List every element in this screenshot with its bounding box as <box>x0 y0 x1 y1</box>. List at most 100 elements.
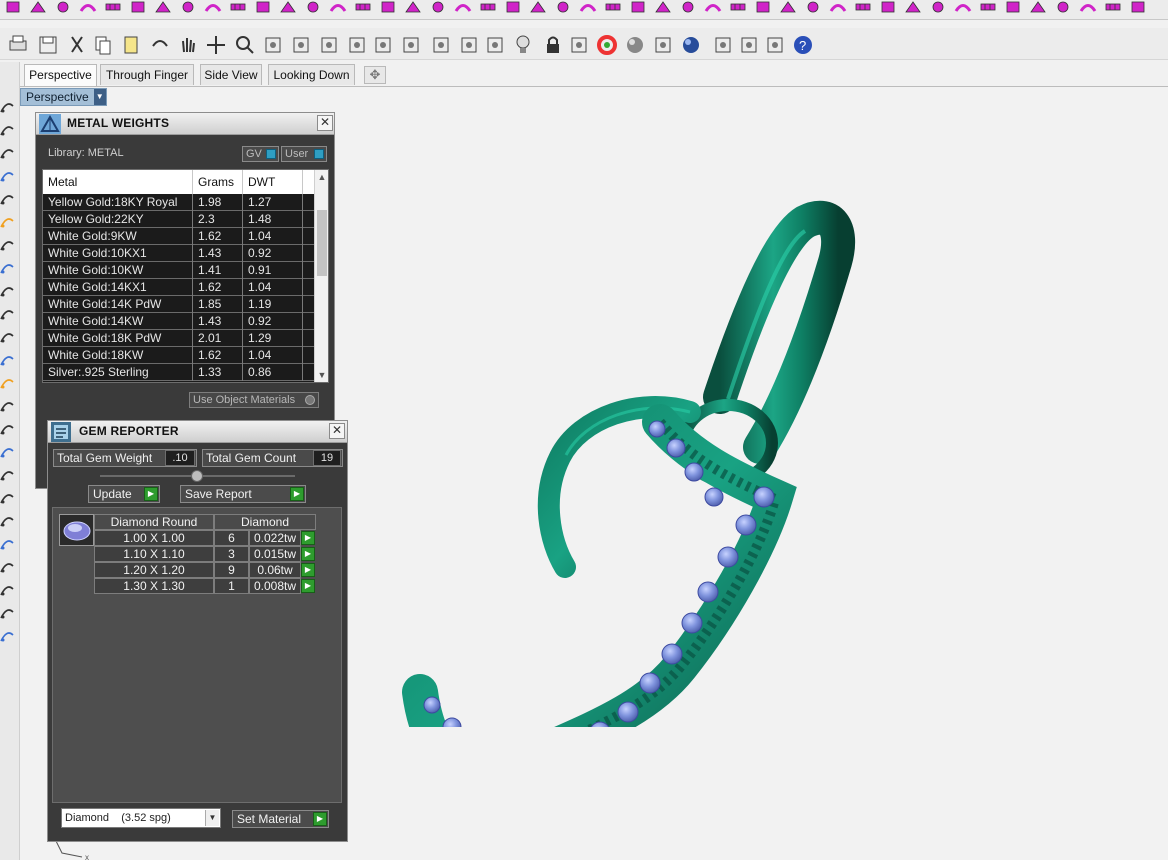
curve-tool-icon[interactable] <box>0 261 14 275</box>
paste-icon[interactable] <box>118 32 144 58</box>
toolbar-tool-icon[interactable] <box>879 0 897 14</box>
toolbar-tool-icon[interactable] <box>729 0 747 14</box>
tab-perspective[interactable]: Perspective <box>24 64 97 86</box>
close-icon[interactable]: ✕ <box>317 115 333 131</box>
toolbar-tool-icon[interactable] <box>129 0 147 14</box>
use-object-materials-toggle[interactable]: Use Object Materials <box>189 392 319 408</box>
play-icon[interactable]: ▶ <box>301 531 315 545</box>
curve-tool-icon[interactable] <box>0 330 14 344</box>
toolbar-tool-icon[interactable] <box>429 0 447 14</box>
points-icon[interactable] <box>482 32 508 58</box>
curve-tool-icon[interactable] <box>0 376 14 390</box>
dimension-icon[interactable] <box>710 32 736 58</box>
toolbar-tool-icon[interactable] <box>1054 0 1072 14</box>
toolbar-tool-icon[interactable] <box>754 0 772 14</box>
blue-sphere-icon[interactable] <box>678 32 704 58</box>
col-metal[interactable]: Metal <box>43 170 193 194</box>
table-row[interactable]: Silver:.925 Sterling 1.33 0.86 <box>43 364 315 381</box>
toolbar-tool-icon[interactable] <box>904 0 922 14</box>
table-row[interactable]: White Gold:14KW 1.43 0.92 <box>43 313 315 330</box>
col-grams[interactable]: Grams <box>193 170 243 194</box>
table-row[interactable]: White Gold:18KW 1.62 1.04 <box>43 347 315 364</box>
curve-tool-icon[interactable] <box>0 445 14 459</box>
table-row[interactable]: White Gold:9KW 1.62 1.04 <box>43 228 315 245</box>
curve-tool-icon[interactable] <box>0 468 14 482</box>
toolbar-tool-icon[interactable] <box>354 0 372 14</box>
toolbar-tool-icon[interactable] <box>679 0 697 14</box>
toolbar-tool-icon[interactable] <box>579 0 597 14</box>
gem-slider[interactable] <box>100 470 295 482</box>
toolbar-tool-icon[interactable] <box>79 0 97 14</box>
toolbar-tool-icon[interactable] <box>1029 0 1047 14</box>
gv-toggle[interactable]: GV <box>242 146 279 162</box>
pan-hand-icon[interactable] <box>175 32 201 58</box>
gem-list-area[interactable]: Diamond Round Diamond 1.00 X 1.00 6 0.022t… <box>52 507 342 803</box>
help-icon[interactable]: ? <box>790 32 816 58</box>
scroll-thumb[interactable] <box>317 210 327 276</box>
copy-icon[interactable] <box>90 32 116 58</box>
curve-tool-icon[interactable] <box>0 284 14 298</box>
curve-tool-icon[interactable] <box>0 422 14 436</box>
curve-tool-icon[interactable] <box>0 146 14 160</box>
toolbar-tool-icon[interactable] <box>379 0 397 14</box>
curve-tool-icon[interactable] <box>0 307 14 321</box>
toolbar-tool-icon[interactable] <box>779 0 797 14</box>
toolbar-tool-icon[interactable] <box>629 0 647 14</box>
tab-side-view[interactable]: Side View <box>200 64 262 85</box>
curve-tool-icon[interactable] <box>0 169 14 183</box>
metal-scrollbar[interactable]: ▲ ▼ <box>314 170 328 382</box>
col-dwt[interactable]: DWT <box>243 170 303 194</box>
zoom-extents-icon[interactable] <box>288 32 314 58</box>
slider-knob[interactable] <box>191 470 203 482</box>
sphere-icon[interactable] <box>622 32 648 58</box>
curve-tool-icon[interactable] <box>0 100 14 114</box>
toolbar-tool-icon[interactable] <box>104 0 122 14</box>
toolbar-tool-icon[interactable] <box>529 0 547 14</box>
toolbar-tool-icon[interactable] <box>1004 0 1022 14</box>
toolbar-tool-icon[interactable] <box>179 0 197 14</box>
tab-looking-down[interactable]: Looking Down <box>268 64 355 85</box>
curve-tool-icon[interactable] <box>0 123 14 137</box>
toolbar-tool-icon[interactable] <box>454 0 472 14</box>
toolbar-tool-icon[interactable] <box>204 0 222 14</box>
toolbar-tool-icon[interactable] <box>829 0 847 14</box>
curve-tool-icon[interactable] <box>0 192 14 206</box>
chevron-down-icon[interactable]: ▼ <box>93 89 106 105</box>
toolbar-tool-icon[interactable] <box>154 0 172 14</box>
toolbar-tool-icon[interactable] <box>929 0 947 14</box>
curve-tool-icon[interactable] <box>0 353 14 367</box>
scroll-up-icon[interactable]: ▲ <box>315 170 328 184</box>
add-tab-button[interactable]: ✥ <box>364 66 386 84</box>
move-icon[interactable] <box>203 32 229 58</box>
toolbar-tool-icon[interactable] <box>979 0 997 14</box>
table-row[interactable]: White Gold:14KX1 1.62 1.04 <box>43 279 315 296</box>
rotate-view-icon[interactable] <box>344 32 370 58</box>
toolbar-tool-icon[interactable] <box>304 0 322 14</box>
save-report-button[interactable]: Save Report ▶ <box>180 485 306 503</box>
curve-tool-icon[interactable] <box>0 606 14 620</box>
curve-tool-icon[interactable] <box>0 560 14 574</box>
play-icon[interactable]: ▶ <box>301 563 315 577</box>
toolbar-tool-icon[interactable] <box>704 0 722 14</box>
chevron-down-icon[interactable]: ▼ <box>205 810 219 826</box>
gem-reporter-titlebar[interactable]: GEM REPORTER ✕ <box>48 421 347 443</box>
save-icon[interactable] <box>35 32 61 58</box>
toolbar-tool-icon[interactable] <box>954 0 972 14</box>
play-icon[interactable]: ▶ <box>301 579 315 593</box>
curve-tool-icon[interactable] <box>0 238 14 252</box>
table-row[interactable]: White Gold:10KW 1.41 0.91 <box>43 262 315 279</box>
toolbar-tool-icon[interactable] <box>504 0 522 14</box>
toolbar-tool-icon[interactable] <box>229 0 247 14</box>
named-view-icon[interactable] <box>428 32 454 58</box>
gem-thumbnail[interactable] <box>59 514 94 546</box>
toolbar-tool-icon[interactable] <box>479 0 497 14</box>
layer-icon[interactable] <box>566 32 592 58</box>
zoom-selected-icon[interactable] <box>316 32 342 58</box>
cut-icon[interactable] <box>64 32 90 58</box>
print-icon[interactable] <box>5 32 31 58</box>
curve-tool-icon[interactable] <box>0 583 14 597</box>
table-row[interactable]: White Gold:14K PdW 1.85 1.19 <box>43 296 315 313</box>
toolbar-tool-icon[interactable] <box>854 0 872 14</box>
toolbar-tool-icon[interactable] <box>29 0 47 14</box>
curve-tool-icon[interactable] <box>0 629 14 643</box>
